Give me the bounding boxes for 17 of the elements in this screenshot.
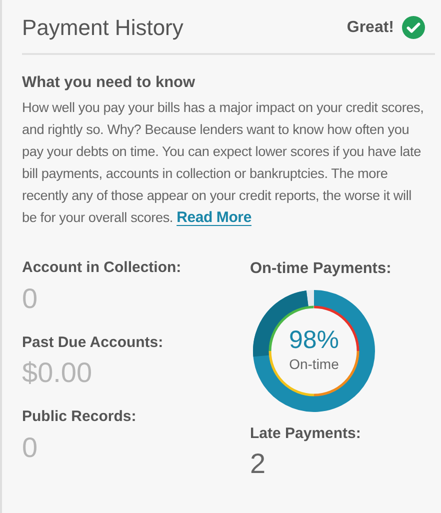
stat-label: Past Due Accounts: — [22, 332, 164, 353]
stat-label: Public Records: — [22, 407, 138, 428]
rating-label: Great! — [346, 18, 394, 38]
info-heading: What you need to know — [22, 73, 196, 93]
stat-value: 0 — [22, 282, 39, 316]
percent-value: 98% — [288, 326, 340, 354]
stat-label: On-time Payments: — [250, 259, 392, 280]
check-circle-icon — [402, 16, 425, 39]
stat-value: $0.00 — [22, 356, 94, 390]
section-title: Payment History — [22, 14, 184, 42]
percent-caption: On-time — [289, 355, 339, 374]
stat-value: 0 — [22, 430, 39, 465]
read-more-link[interactable]: Read More — [176, 209, 252, 226]
stat-label: Late Payments: — [250, 424, 362, 444]
stat-label: Account in Collection: — [22, 258, 182, 278]
stat-value: 2 — [250, 447, 267, 481]
info-paragraph: How well you pay your bills has a major impact on your credit scores, and rightly so. Why? Because lenders want to know how often you pay your debts on time. You can expect lower scores if you have late bill payments, accounts in collection or bankruptcies. The more recently any of those appear on your credit reports, the worse it will be for your overall scores. Read More — [22, 99, 425, 228]
